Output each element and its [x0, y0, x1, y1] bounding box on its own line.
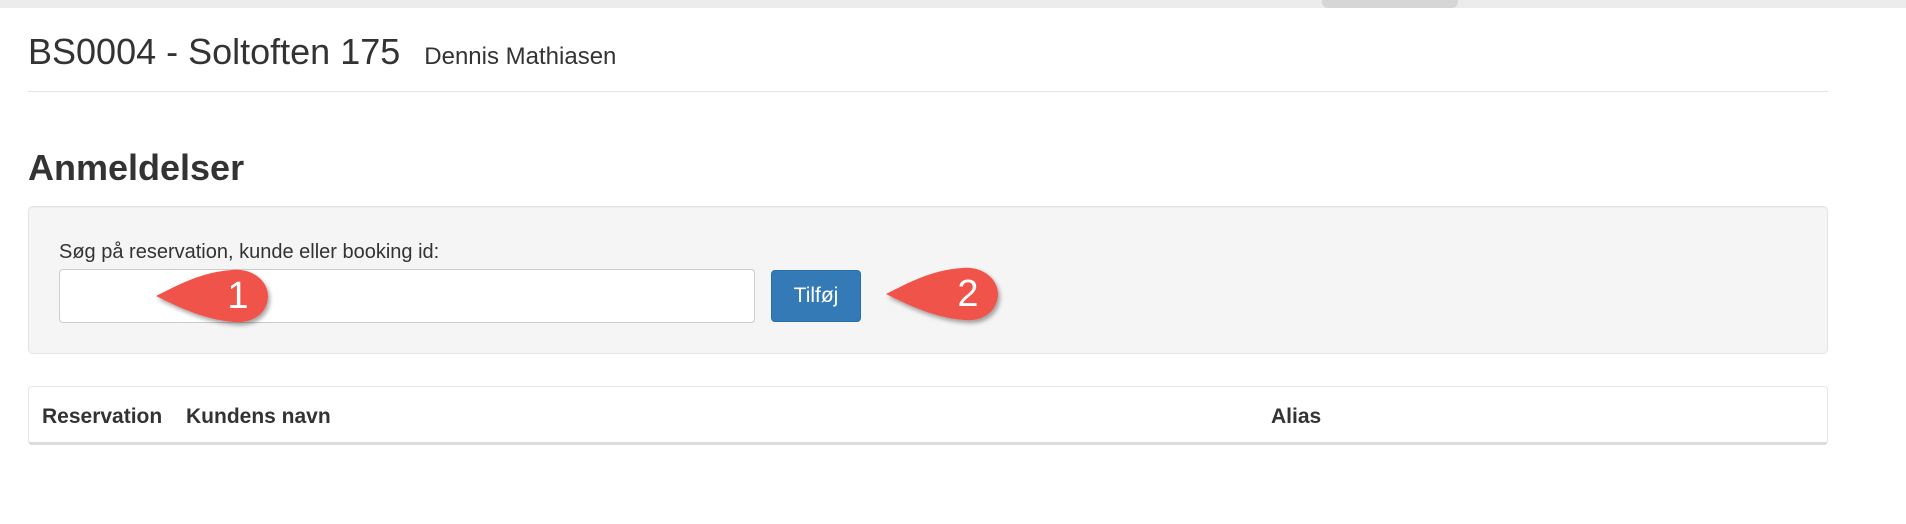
search-label: Søg på reservation, kunde eller booking …	[59, 241, 440, 263]
column-header-reservation[interactable]: Reservation	[42, 405, 162, 429]
user-name: Dennis Mathiasen	[424, 43, 617, 70]
column-header-alias[interactable]: Alias	[1271, 405, 1321, 429]
browser-top-strip	[0, 0, 1906, 8]
section-title: Anmeldelser	[28, 147, 245, 188]
page-header: BS0004 - Soltoften 175 Dennis Mathiasen	[28, 30, 1828, 92]
callout-badge-1: 1	[150, 264, 276, 330]
callout-badge-2: 2	[880, 262, 1006, 328]
scrollbar-thumb[interactable]	[1322, 0, 1458, 8]
callout-number-1: 1	[227, 275, 249, 317]
callout-number-2: 2	[957, 273, 979, 315]
add-button[interactable]: Tilføj	[771, 270, 861, 322]
results-table: Reservation Kundens navn Alias	[28, 386, 1828, 445]
site-title: BS0004 - Soltoften 175	[28, 31, 401, 72]
column-header-customer-name[interactable]: Kundens navn	[186, 405, 331, 429]
